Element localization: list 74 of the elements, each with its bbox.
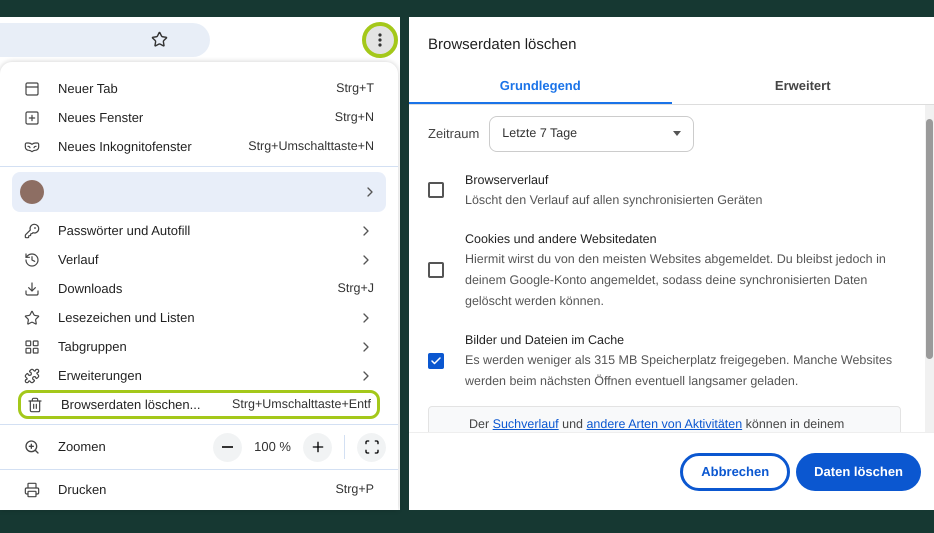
menu-item-label: Verlauf (58, 250, 98, 269)
menu-item-label: Erweiterungen (58, 366, 142, 385)
checkbox[interactable] (428, 182, 444, 198)
activities-link[interactable]: andere Arten von Aktivitäten (586, 416, 742, 430)
range-label: Zeitraum (428, 124, 480, 143)
key-icon (24, 222, 40, 238)
shortcut-label: Strg+Umschalttaste+Entf (232, 396, 371, 414)
option-description: Es werden weniger als 315 MB Speicherplatz freigegeben. Manche Websites werden beim nächsten Öffnen eventuell langsamer geladen. (465, 352, 894, 390)
minus-icon (222, 446, 234, 448)
dialog-button[interactable]: Daten löschen (796, 452, 921, 490)
puzzle-icon (24, 368, 40, 384)
menu-item-label: Browserdaten löschen... (61, 396, 200, 414)
zoom-in-button[interactable] (303, 432, 332, 462)
menu-item-label: Neues Fenster (58, 108, 144, 127)
menu-item[interactable]: Neuer Tab Strg+T (0, 74, 398, 103)
option-description: Löscht den Verlauf auf allen synchronisierten Geräten (465, 192, 762, 209)
menu-item[interactable]: Browserdaten löschen... Strg+Umschalttaste+Entf (18, 390, 380, 419)
menu-item-label: Lesezeichen und Listen (58, 308, 195, 327)
menu-item[interactable]: Verlauf (0, 245, 398, 274)
option-description: Hiermit wirst du von den meisten Websites abgemeldet. Du bleibst jedoch in deinem Google-Konto angemeldet, sodass deine synchronisierten Daten gelöscht werden können. (465, 250, 887, 310)
menu-item[interactable]: Downloads Strg+J (0, 274, 398, 303)
check-icon (430, 354, 442, 366)
profile-row[interactable] (12, 172, 386, 212)
plus-icon (310, 439, 326, 455)
fullscreen-button[interactable] (357, 432, 386, 462)
zoom-out-button[interactable] (213, 432, 242, 462)
download-icon (24, 280, 40, 296)
info-text: können in deinem (744, 416, 844, 430)
menu-item[interactable]: Passwörter und Autofill (0, 216, 398, 245)
shortcut-label: Strg+P (335, 481, 374, 498)
option-title: Browserverlauf (465, 172, 550, 188)
zoom-icon (24, 439, 40, 455)
star-icon (24, 310, 40, 326)
option-title: Cookies und andere Websitedaten (465, 230, 658, 248)
zoom-level: 100 % (254, 438, 291, 456)
menu-item-label: Tabgruppen (58, 338, 127, 356)
dropdown-arrow-icon (673, 131, 682, 136)
new-window-icon (24, 110, 40, 126)
checkbox[interactable] (428, 352, 444, 368)
shortcut-label: Strg+T (336, 80, 374, 98)
menu-item[interactable]: Drucken Strg+P (0, 475, 398, 504)
menu-item[interactable]: Neues Fenster Strg+N (0, 103, 398, 132)
info-text: Der (469, 416, 490, 430)
range-dropdown[interactable]: Letzte 7 Tage (489, 116, 694, 152)
shortcut-label: Strg+Umschalttaste+N (248, 138, 374, 156)
avatar (20, 180, 44, 204)
shortcut-label: Strg+N (334, 109, 374, 126)
info-text: und (561, 416, 584, 430)
menu-item-label: Drucken (58, 480, 106, 499)
option-title: Bilder und Dateien im Cache (465, 332, 626, 348)
tab[interactable]: Grundlegend (409, 70, 672, 104)
dialog-button[interactable]: Abbrechen (680, 452, 790, 490)
menu-icon (378, 32, 382, 46)
menu-item-label: Neues Inkognitofenster (58, 138, 192, 156)
grid-icon (24, 338, 40, 354)
menu-item-label: Neuer Tab (58, 80, 118, 98)
menu-item-label: Zoomen (58, 438, 106, 456)
star-icon[interactable] (151, 31, 168, 48)
search-history-link[interactable]: Suchverlauf (492, 416, 559, 430)
menu-item[interactable]: Neues Inkognitofenster Strg+Umschalttaste+N (0, 132, 398, 161)
menu-item[interactable]: Lesezeichen und Listen (0, 303, 398, 332)
tab[interactable]: Erweitert (672, 70, 934, 104)
checkbox[interactable] (428, 262, 444, 278)
menu-item[interactable]: Tabgruppen (0, 332, 398, 361)
trash-icon (27, 396, 43, 412)
printer-icon (24, 482, 40, 498)
shortcut-label: Strg+J (338, 280, 374, 298)
history-icon (24, 252, 40, 268)
menu-item-label: Passwörter und Autofill (58, 222, 190, 240)
tab-icon (24, 80, 40, 96)
menu-item-label: Downloads (58, 280, 122, 298)
menu-item[interactable]: Erweiterungen (0, 361, 398, 390)
fullscreen-icon (364, 439, 380, 455)
dialog-title: Browserdaten löschen (427, 35, 578, 55)
